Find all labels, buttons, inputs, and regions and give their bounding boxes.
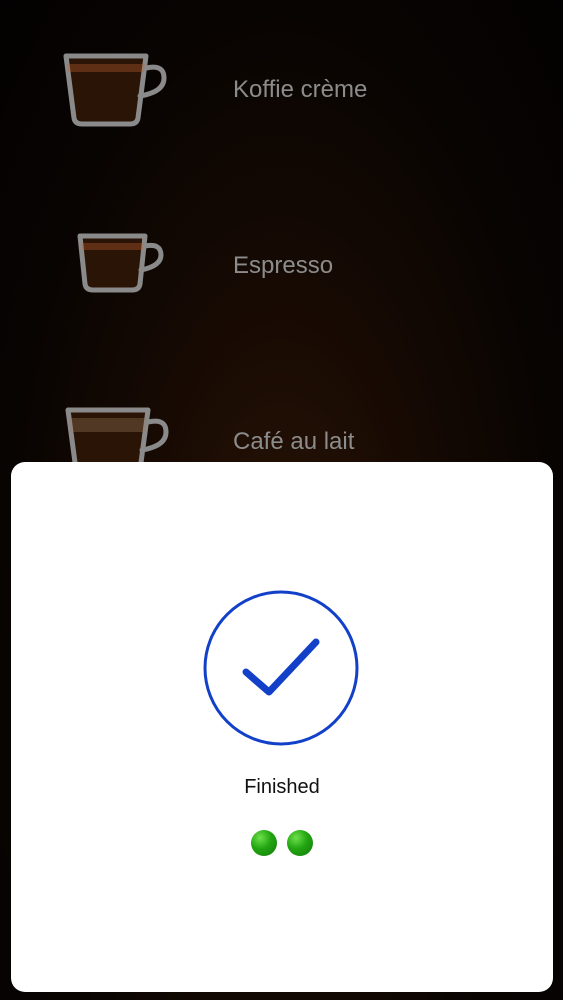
drink-label: Café au lait	[233, 428, 355, 455]
coffee-cup-icon	[77, 233, 164, 293]
drink-item-koffie-creme[interactable]: Koffie crème	[0, 30, 563, 150]
progress-dot	[287, 830, 313, 856]
checkmark-icon	[203, 590, 359, 746]
drink-label: Koffie crème	[233, 76, 368, 103]
progress-dot	[251, 830, 277, 856]
drink-list: Koffie crème Espresso Café au lait	[0, 0, 563, 479]
status-dialog: Finished	[11, 462, 553, 992]
status-label: Finished	[244, 776, 320, 798]
progress-dots	[11, 830, 553, 856]
drink-item-espresso[interactable]: Espresso	[0, 206, 563, 326]
drink-label: Espresso	[233, 252, 334, 279]
coffee-cup-icon	[63, 53, 167, 127]
